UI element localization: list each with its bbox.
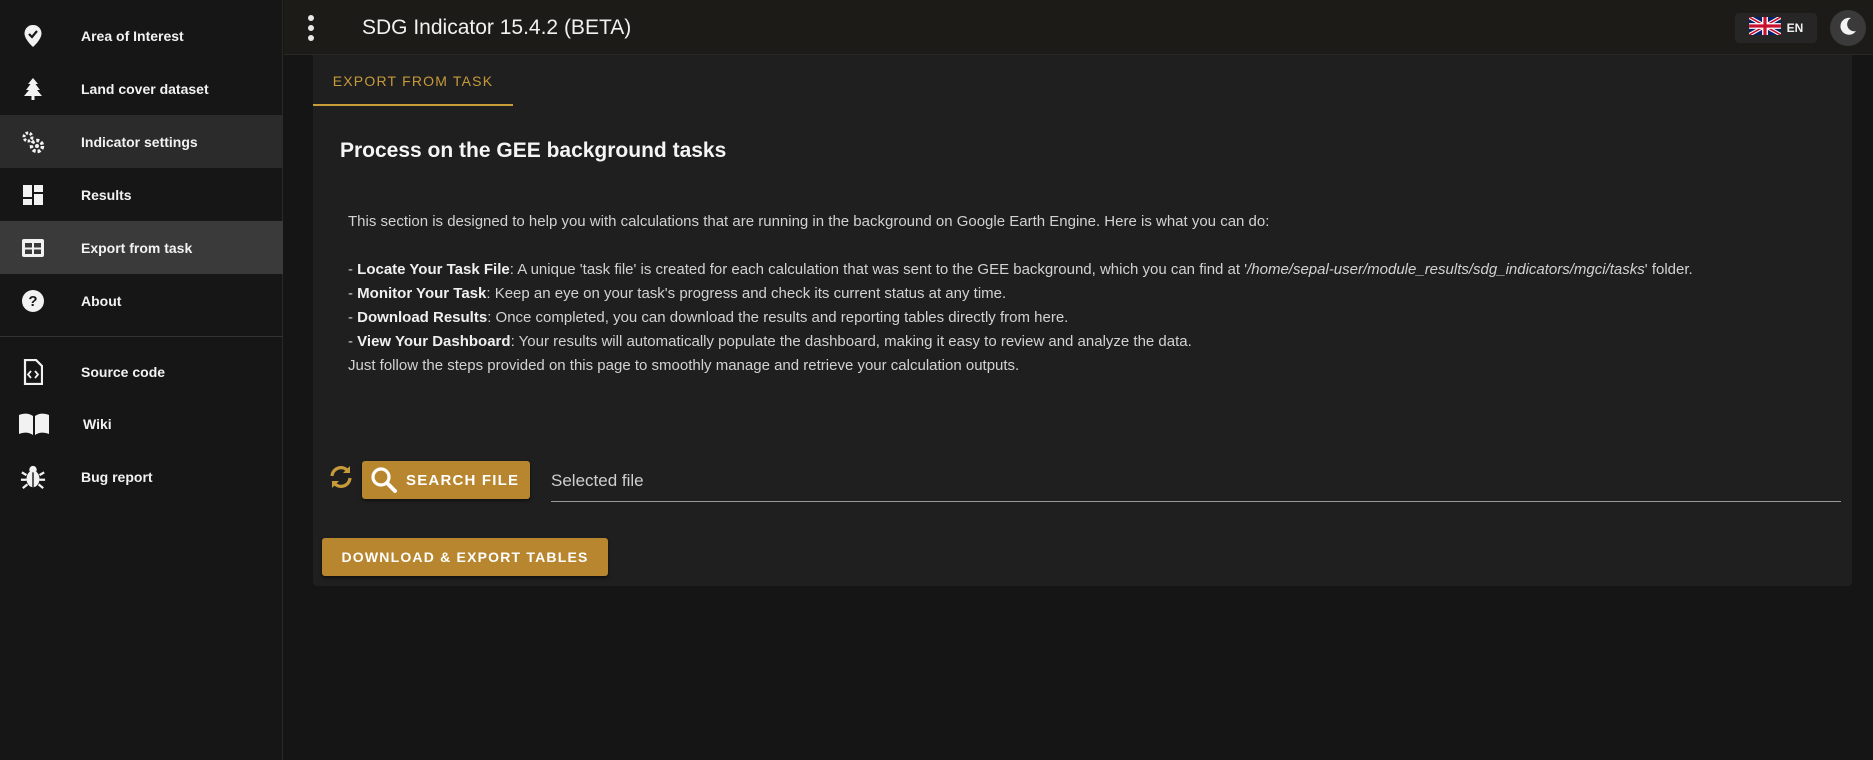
pine-tree-icon — [20, 76, 46, 102]
magnify-icon — [370, 466, 398, 494]
selected-file-placeholder: Selected file — [551, 471, 644, 490]
sidebar-link-source-code[interactable]: Source code — [0, 345, 283, 398]
language-code: EN — [1786, 21, 1804, 35]
app-title: SDG Indicator 15.4.2 (BETA) — [362, 16, 632, 39]
bug-icon — [20, 464, 46, 490]
sidebar-link-bug-report[interactable]: Bug report — [0, 450, 283, 503]
sidebar-item-label: Land cover dataset — [81, 80, 209, 97]
sidebar-item-label: Export from task — [81, 239, 193, 256]
intro-text: This section is designed to help you wit… — [348, 213, 1270, 230]
dashboard-icon — [20, 182, 46, 208]
sidebar-item-label: Results — [81, 186, 132, 203]
app-bar: SDG Indicator 15.4.2 (BETA) EN — [284, 0, 1873, 55]
selected-file-field[interactable]: Selected file — [551, 465, 1841, 502]
bullet-locate: - Locate Your Task File: A unique 'task … — [348, 261, 1693, 278]
sidebar-divider — [0, 336, 283, 337]
moon-icon — [1838, 16, 1858, 41]
sidebar-item-label: About — [81, 292, 122, 309]
file-code-icon — [20, 358, 46, 385]
tab-export-from-task[interactable]: EXPORT FROM TASK — [313, 55, 513, 106]
uk-flag-icon — [1747, 14, 1782, 40]
search-file-button[interactable]: SEARCH FILE — [362, 461, 530, 499]
sidebar-link-wiki[interactable]: Wiki — [0, 397, 283, 450]
description: This section is designed to help you wit… — [348, 210, 1828, 378]
more-vertical-icon[interactable] — [306, 15, 316, 41]
section-title: Process on the GEE background tasks — [340, 139, 727, 162]
svg-text:?: ? — [28, 293, 37, 310]
sidebar-item-label: Source code — [81, 363, 166, 380]
theme-toggle-button[interactable] — [1830, 10, 1866, 46]
bullet-monitor: - Monitor Your Task: Keep an eye on your… — [348, 285, 1007, 302]
bullet-download: - Download Results: Once completed, you … — [348, 309, 1069, 326]
sidebar-item-indicator-settings[interactable]: Indicator settings — [0, 115, 283, 168]
map-marker-check-icon — [20, 23, 46, 49]
sidebar-item-export-from-task[interactable]: Export from task — [0, 221, 283, 274]
sidebar-item-land-cover-dataset[interactable]: Land cover dataset — [0, 62, 283, 115]
refresh-icon[interactable] — [327, 463, 355, 491]
sidebar: Area of Interest Land cover dataset Indi… — [0, 0, 283, 760]
question-circle-icon: ? — [20, 288, 46, 314]
sidebar-item-label: Bug report — [81, 468, 153, 485]
tab-indicator — [313, 104, 513, 106]
sidebar-item-label: Wiki — [83, 415, 112, 432]
sidebar-item-label: Area of Interest — [81, 27, 184, 44]
export-task-card: EXPORT FROM TASK Process on the GEE back… — [313, 55, 1852, 586]
book-icon — [18, 411, 50, 437]
sidebar-item-results[interactable]: Results — [0, 168, 283, 221]
sidebar-item-about[interactable]: ? About — [0, 274, 283, 327]
search-file-label: SEARCH FILE — [406, 471, 520, 489]
sidebar-item-area-of-interest[interactable]: Area of Interest — [0, 9, 283, 62]
bullet-dashboard: - View Your Dashboard: Your results will… — [348, 333, 1192, 350]
language-button[interactable]: EN — [1735, 13, 1817, 43]
outro-text: Just follow the steps provided on this p… — [348, 357, 1020, 374]
download-export-tables-button[interactable]: DOWNLOAD & EXPORT TABLES — [322, 538, 608, 576]
sidebar-item-label: Indicator settings — [81, 133, 198, 150]
gears-icon — [20, 129, 46, 155]
table-icon — [20, 235, 46, 261]
